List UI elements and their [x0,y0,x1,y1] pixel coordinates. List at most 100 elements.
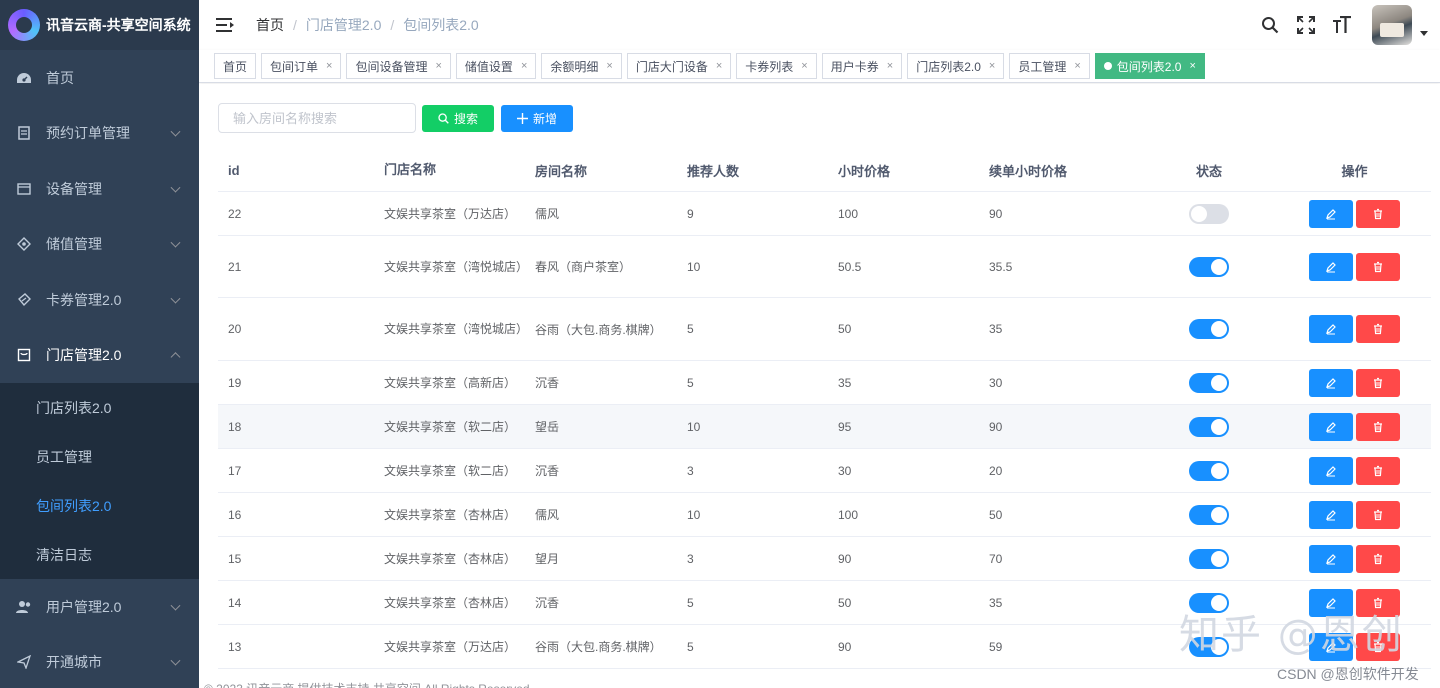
tag-room-orders[interactable]: 包间订单 × [261,53,342,79]
app-logo[interactable]: 讯音云商-共享空间系统 [0,0,199,50]
close-icon[interactable]: × [326,60,332,72]
sidebar-item-label: 卡券管理2.0 [46,291,122,308]
status-toggle[interactable] [1189,372,1229,393]
user-avatar[interactable] [1372,5,1412,45]
delete-button[interactable] [1356,544,1400,573]
sidebar-item-label: 包间列表2.0 [36,497,112,514]
edit-button[interactable] [1309,412,1353,441]
cell-recommended-people: 3 [687,551,694,566]
sidebar-item-cleaning-log[interactable]: 清洁日志 [0,530,199,579]
room-name-search-input[interactable] [218,103,416,133]
sidebar-item-coupons[interactable]: 卡券管理2.0 [0,272,199,328]
font-size-icon[interactable] [1332,15,1352,35]
tag-staff-management[interactable]: 员工管理 × [1009,53,1090,79]
cell-store-name: 文娱共享茶室（杏林店） [384,507,517,522]
sidebar-item-users[interactable]: 用户管理2.0 [0,579,199,635]
close-icon[interactable]: × [521,60,527,72]
cell-hourly-price: 95 [838,419,852,434]
delete-button[interactable] [1356,252,1400,281]
column-header: 续单小时价格 [989,163,1068,179]
tag-user-coupons[interactable]: 用户卡券 × [821,53,903,79]
add-button-label: 新增 [532,111,557,126]
sidebar-item-stored-value[interactable]: 储值管理 [0,217,199,273]
table-row[interactable]: 16 文娱共享茶室（杏林店） 儒风 10 100 50 [218,493,1431,537]
cell-store-name: 文娱共享茶室（软二店） [384,463,517,478]
tag-store-list[interactable]: 门店列表2.0 × [907,53,1005,79]
sidebar-item-label: 员工管理 [36,448,92,465]
status-toggle[interactable] [1189,504,1229,525]
delete-button[interactable] [1356,456,1400,485]
breadcrumb-separator: / [293,17,297,33]
table-row[interactable]: 21 文娱共享茶室（湾悦城店） 春风（商户茶室） 10 50.5 35.5 [218,236,1431,298]
delete-button[interactable] [1356,368,1400,397]
table-row[interactable]: 22 文娱共享茶室（万达店） 儒风 9 100 90 [218,192,1431,236]
breadcrumb-home[interactable]: 首页 [256,15,284,35]
delete-button[interactable] [1356,500,1400,529]
sidebar-item-room-list[interactable]: 包间列表2.0 [0,481,199,530]
table-row[interactable]: 19 文娱共享茶室（高新店） 沉香 5 35 30 [218,361,1431,405]
sidebar-item-staff[interactable]: 员工管理 [0,432,199,481]
sidebar-item-home[interactable]: 首页 [0,50,199,106]
search-button[interactable]: 搜索 [422,104,494,132]
status-toggle[interactable] [1189,548,1229,569]
cell-actions [1278,368,1431,397]
close-icon[interactable]: × [435,60,441,72]
hamburger-icon[interactable] [216,18,234,32]
store-icon [16,348,32,362]
edit-button[interactable] [1309,456,1353,485]
cell-id: 20 [228,322,242,336]
tag-coupon-list[interactable]: 卡券列表 × [736,53,817,79]
tag-stored-value-settings[interactable]: 储值设置 × [455,53,537,79]
status-toggle[interactable] [1189,319,1229,339]
edit-button[interactable] [1309,544,1353,573]
close-icon[interactable]: × [1189,60,1195,72]
status-toggle[interactable] [1189,460,1229,481]
tag-store-door-devices[interactable]: 门店大门设备 × [626,53,732,79]
edit-button[interactable] [1309,315,1353,343]
table-row[interactable]: 20 文娱共享茶室（湾悦城店） 谷雨（大包.商务.棋牌） 5 50 35 [218,298,1431,361]
edit-icon [1326,377,1336,388]
tag-home[interactable]: 首页 [214,53,257,79]
status-toggle[interactable] [1189,416,1229,437]
table-row[interactable]: 17 文娱共享茶室（软二店） 沉香 3 30 20 [218,449,1431,493]
delete-button[interactable] [1356,412,1400,441]
sidebar-item-store-management[interactable]: 门店管理2.0 [0,328,199,384]
add-button[interactable]: 新增 [501,104,573,132]
sidebar-item-cities[interactable]: 开通城市 [0,635,199,688]
close-icon[interactable]: × [1074,60,1080,72]
logo-icon [8,9,40,41]
tag-label: 包间设备管理 [355,59,428,74]
delete-button[interactable] [1356,315,1400,343]
sidebar-item-orders[interactable]: 预约订单管理 [0,106,199,162]
sidebar-item-store-list[interactable]: 门店列表2.0 [0,383,199,432]
edit-button[interactable] [1309,368,1353,397]
cell-recommended-people: 3 [687,463,694,478]
cell-hourly-price: 100 [838,507,859,522]
edit-icon [1326,509,1336,520]
tag-label: 用户卡券 [830,59,879,74]
breadcrumb-store-management[interactable]: 门店管理2.0 [306,15,381,35]
tag-balance-details[interactable]: 余额明细 × [541,53,622,79]
close-icon[interactable]: × [887,60,893,72]
sidebar-item-label: 清洁日志 [36,546,92,563]
sidebar-item-label: 开通城市 [46,654,102,671]
edit-button[interactable] [1309,500,1353,529]
close-icon[interactable]: × [989,60,995,72]
close-icon[interactable]: × [716,60,722,72]
table-row[interactable]: 18 文娱共享茶室（软二店） 望岳 10 95 90 [218,405,1431,449]
status-toggle[interactable] [1189,256,1229,277]
sidebar-item-devices[interactable]: 设备管理 [0,161,199,217]
edit-button[interactable] [1309,199,1353,228]
table-row[interactable]: 15 文娱共享茶室（杏林店） 望月 3 90 70 [218,537,1431,581]
delete-button[interactable] [1356,199,1400,228]
tag-room-list[interactable]: 包间列表2.0 × [1094,53,1205,79]
edit-button[interactable] [1309,252,1353,281]
tag-room-devices[interactable]: 包间设备管理 × [346,53,451,79]
close-icon[interactable]: × [801,60,807,72]
cell-actions [1278,412,1431,441]
status-toggle[interactable] [1189,203,1229,224]
fullscreen-icon[interactable] [1296,15,1316,35]
close-icon[interactable]: × [606,60,612,72]
caret-down-icon[interactable] [1420,30,1428,36]
search-icon[interactable] [1260,15,1280,35]
